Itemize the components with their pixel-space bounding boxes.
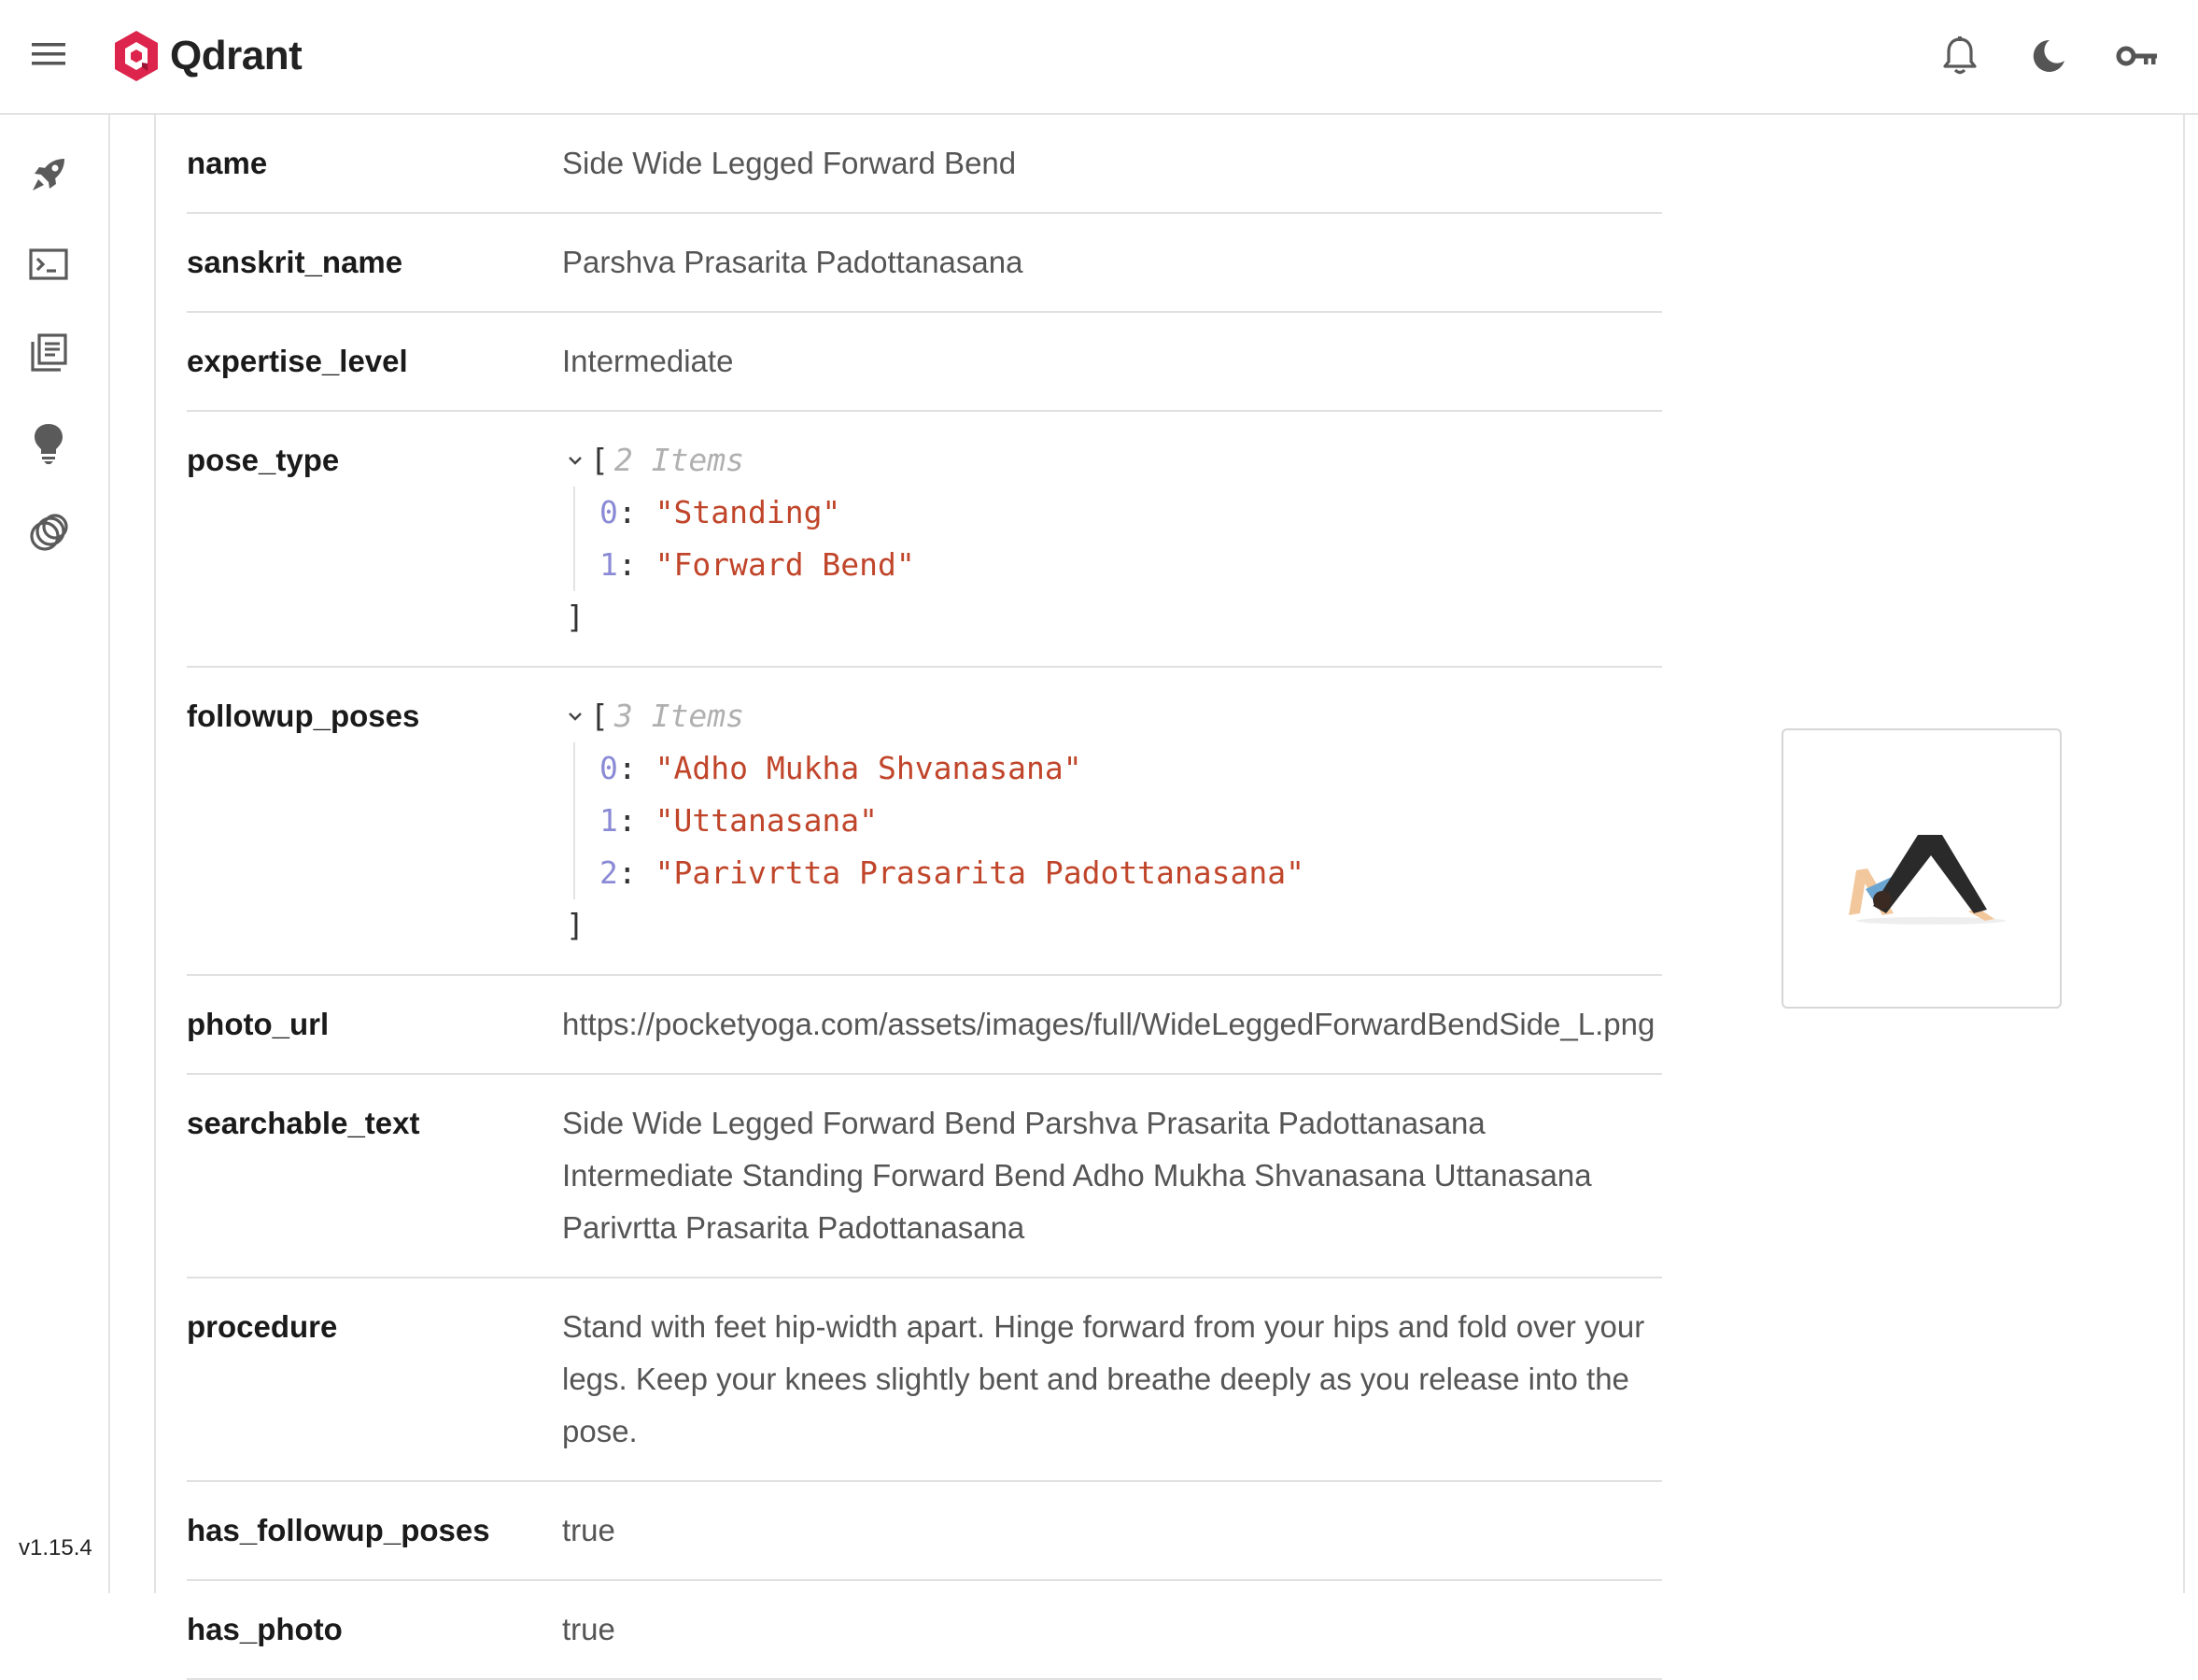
payload-key: has_followup_poses (187, 1481, 562, 1581)
close-bracket: ] (566, 599, 585, 635)
app-name: Qdrant (170, 33, 303, 78)
json-array-viewer: [ 3 Items 0: "Adho Mukha Shvanasana" 1: … (562, 690, 1662, 952)
qdrant-logo-icon (115, 31, 158, 81)
item-colon: : (617, 750, 637, 786)
dark-mode-icon[interactable] (2022, 30, 2075, 82)
payload-value: true (562, 1580, 1662, 1680)
item-index: 1 (599, 802, 618, 839)
json-array-item: 0: "Standing" (599, 487, 1662, 539)
json-array-viewer: [ 2 Items 0: "Standing" 1: "Forward Bend… (562, 434, 1662, 643)
payload-value: true (562, 1481, 1662, 1581)
payload-row-followup-poses: followup_poses [ 3 Items 0: "Adho Mukha … (187, 667, 1662, 976)
item-index: 1 (599, 546, 618, 583)
version-label: v1.15.4 (19, 1535, 92, 1560)
close-bracket: ] (566, 907, 585, 943)
json-array-items: 0: "Standing" 1: "Forward Bend" (573, 487, 1662, 591)
json-array-item: 2: "Parivrtta Prasarita Padottanasana" (599, 847, 1662, 899)
datasets-icon[interactable] (24, 508, 73, 557)
item-colon: : (617, 494, 637, 530)
payload-row-has-photo: has_photo true (187, 1580, 1662, 1680)
payload-value: Intermediate (562, 312, 1662, 412)
payload-key: pose_type (187, 411, 562, 668)
payload-row-procedure: procedure Stand with feet hip-width apar… (187, 1278, 1662, 1482)
payload-row-has-followup-poses: has_followup_poses true (187, 1481, 1662, 1581)
json-array-item: 1: "Uttanasana" (599, 795, 1662, 847)
payload-key: expertise_level (187, 312, 562, 412)
payload-table: name Side Wide Legged Forward Bend sansk… (187, 115, 1662, 1680)
item-colon: : (617, 546, 637, 583)
items-count: 3 Items (613, 698, 744, 734)
payload-value: Stand with feet hip-width apart. Hinge f… (562, 1278, 1662, 1482)
open-bracket: [ (590, 698, 609, 734)
yoga-pose-illustration (1849, 835, 2006, 925)
payload-key: name (187, 115, 562, 214)
payload-key: sanskrit_name (187, 213, 562, 313)
payload-key: searchable_text (187, 1074, 562, 1278)
item-value: "Uttanasana" (655, 802, 879, 839)
payload-value: [ 3 Items 0: "Adho Mukha Shvanasana" 1: … (562, 667, 1662, 976)
api-key-icon[interactable] (2112, 30, 2164, 82)
payload-key: followup_poses (187, 667, 562, 976)
payload-row-photo-url: photo_url https://pocketyoga.com/assets/… (187, 975, 1662, 1075)
welcome-rocket-icon[interactable] (24, 150, 73, 199)
item-value: "Standing" (655, 494, 841, 530)
payload-value: Parshva Prasarita Padottanasana (562, 213, 1662, 313)
items-count: 2 Items (613, 442, 744, 478)
pose-image-preview[interactable] (1782, 728, 2062, 1009)
json-array-item: 1: "Forward Bend" (599, 539, 1662, 591)
item-value: "Forward Bend" (655, 546, 915, 583)
payload-key: procedure (187, 1278, 562, 1482)
payload-row-expertise-level: expertise_level Intermediate (187, 312, 1662, 412)
menu-icon[interactable] (28, 37, 69, 71)
item-colon: : (617, 802, 637, 839)
json-array-items: 0: "Adho Mukha Shvanasana" 1: "Uttanasan… (573, 742, 1662, 899)
collapse-chevron-icon[interactable] (562, 447, 588, 473)
collections-icon[interactable] (24, 329, 73, 377)
collapse-chevron-icon[interactable] (562, 703, 588, 729)
console-icon[interactable] (24, 240, 73, 289)
payload-value: [ 2 Items 0: "Standing" 1: "Forward Bend… (562, 411, 1662, 668)
payload-value: https://pocketyoga.com/assets/images/ful… (562, 975, 1662, 1075)
json-array-header: [ 3 Items (562, 690, 1662, 742)
item-value: "Adho Mukha Shvanasana" (655, 750, 1082, 786)
payload-value: Side Wide Legged Forward Bend (562, 115, 1662, 214)
item-index: 2 (599, 854, 618, 891)
open-bracket: [ (590, 442, 609, 478)
payload-row-searchable-text: searchable_text Side Wide Legged Forward… (187, 1074, 1662, 1278)
payload-row-sanskrit-name: sanskrit_name Parshva Prasarita Padottan… (187, 213, 1662, 313)
item-index: 0 (599, 750, 618, 786)
json-array-item: 0: "Adho Mukha Shvanasana" (599, 742, 1662, 795)
item-colon: : (617, 854, 637, 891)
sidebar: v1.15.4 (0, 115, 110, 1593)
payload-key: has_photo (187, 1580, 562, 1680)
tutorial-bulb-icon[interactable] (24, 419, 73, 468)
item-value: "Parivrtta Prasarita Padottanasana" (655, 854, 1304, 891)
payload-row-name: name Side Wide Legged Forward Bend (187, 115, 1662, 214)
notifications-icon[interactable] (1934, 30, 1986, 82)
payload-row-pose-type: pose_type [ 2 Items 0: "Standing" 1: "Fo… (187, 411, 1662, 668)
json-array-header: [ 2 Items (562, 434, 1662, 487)
payload-key: photo_url (187, 975, 562, 1075)
top-app-bar: Qdrant (0, 0, 2198, 115)
payload-value: Side Wide Legged Forward Bend Parshva Pr… (562, 1074, 1662, 1278)
item-index: 0 (599, 494, 618, 530)
qdrant-logo[interactable]: Qdrant (112, 26, 327, 86)
